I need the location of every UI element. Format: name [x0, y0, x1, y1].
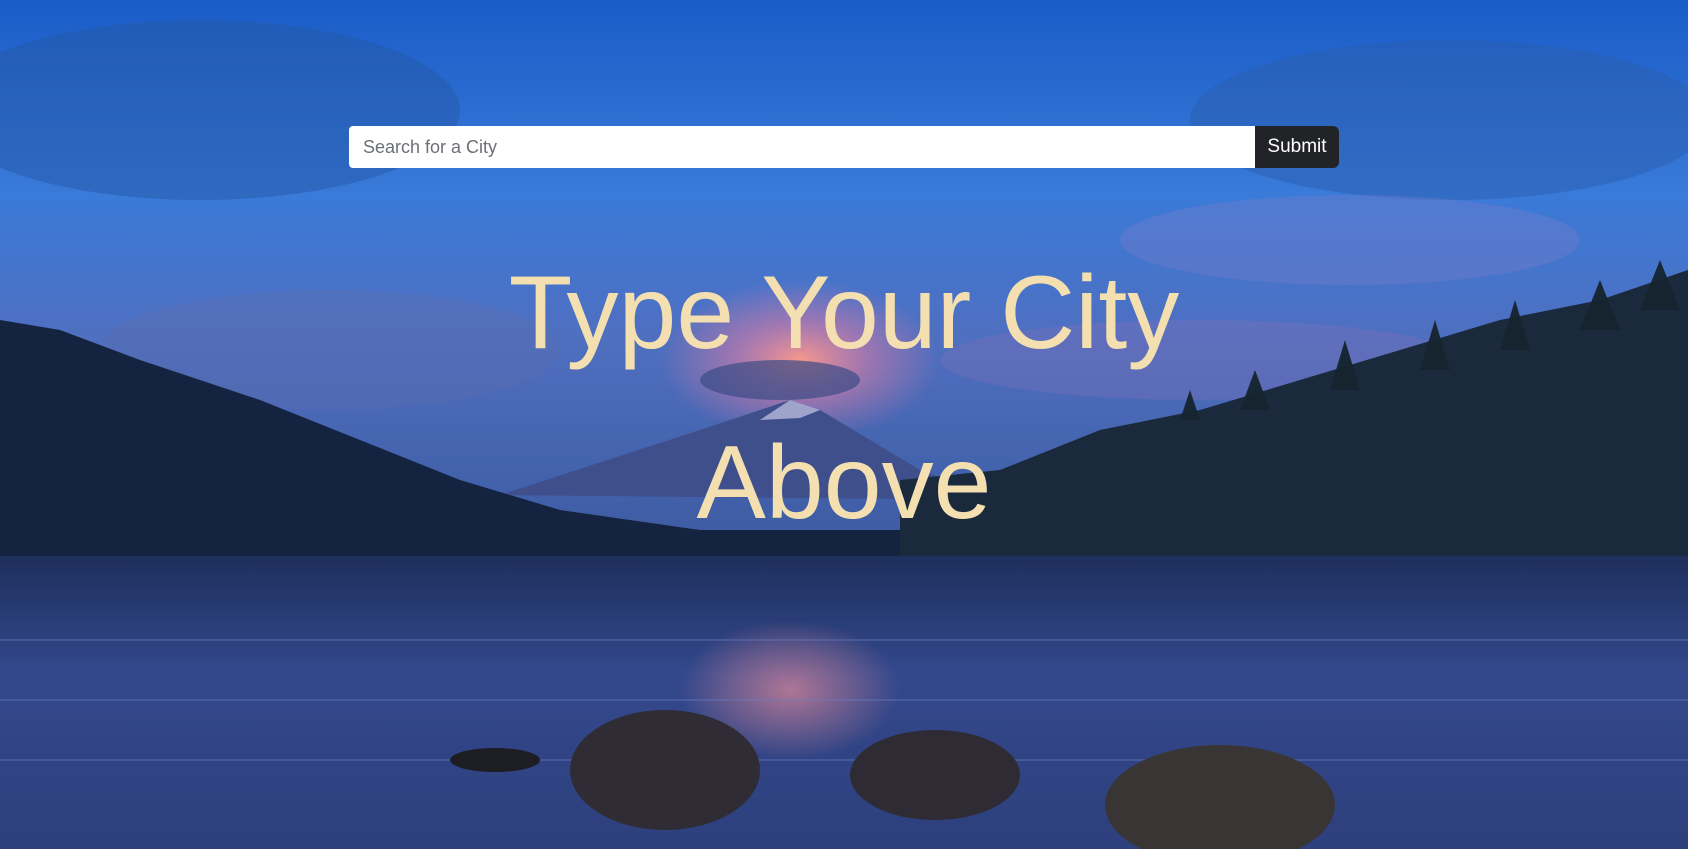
headline-line-2: Above: [696, 425, 992, 541]
headline-line-1: Type Your City: [508, 255, 1180, 371]
submit-button[interactable]: Submit: [1255, 126, 1339, 168]
landing-page: Submit Type Your City Above: [0, 0, 1688, 849]
city-search-bar: Submit: [349, 126, 1339, 168]
city-search-input[interactable]: [349, 126, 1255, 168]
page-headline: Type Your City Above: [394, 228, 1294, 568]
